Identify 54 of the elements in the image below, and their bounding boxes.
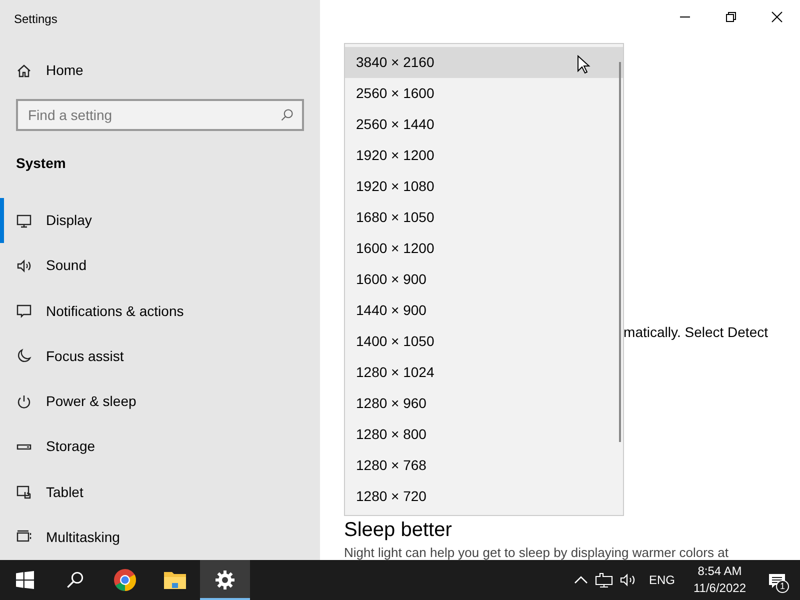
speaker-icon [16, 258, 32, 274]
resolution-option[interactable]: 2560 × 1440 [345, 109, 623, 140]
network-icon[interactable] [595, 572, 614, 588]
sidebar-item[interactable]: Focus assist [0, 334, 320, 379]
description-text: matically. Select Detect [624, 324, 768, 340]
resolution-option[interactable]: 1600 × 900 [345, 264, 623, 295]
scrollbar[interactable] [619, 62, 621, 442]
home-icon [16, 62, 32, 78]
home-link[interactable]: Home [0, 38, 320, 81]
resolution-option[interactable]: 2560 × 1600 [345, 78, 623, 109]
resolution-option[interactable]: 1280 × 1024 [345, 357, 623, 388]
resolution-option[interactable]: 1440 × 900 [345, 295, 623, 326]
resolution-option[interactable]: 1280 × 960 [345, 388, 623, 419]
resolution-option[interactable]: 1280 × 720 [345, 481, 623, 512]
chevron-up-icon[interactable] [574, 575, 588, 585]
window-title: Settings [13, 11, 58, 28]
monitor-icon [16, 212, 32, 229]
resolution-option[interactable]: 1280 × 768 [345, 450, 623, 481]
section-heading: System [15, 154, 67, 173]
mouse-pointer-icon [577, 55, 591, 75]
sidebar-item[interactable]: Power & sleep [0, 379, 320, 424]
resolution-option[interactable]: 1280 × 800 [345, 419, 623, 450]
sidebar-item[interactable]: Tablet [0, 470, 320, 515]
section-heading: Sleep better [344, 518, 452, 543]
restore-icon [725, 10, 737, 23]
resolution-option[interactable]: 1920 × 1200 [345, 140, 623, 171]
search-field[interactable]: Find a setting [16, 99, 304, 131]
speech-bubble-icon [16, 303, 32, 320]
taskbar-gear-button[interactable] [200, 560, 250, 600]
sidebar-item[interactable]: Notifications & actions [0, 288, 320, 334]
moon-icon [16, 348, 32, 364]
windows-logo-icon [16, 571, 34, 589]
minimize-icon [679, 16, 691, 18]
resolution-option[interactable]: 1680 × 1050 [345, 202, 623, 233]
sidebar-item[interactable]: Sound [0, 243, 320, 288]
language-indicator[interactable]: ENG [645, 571, 678, 589]
tablet-icon [16, 484, 32, 500]
resolution-option[interactable]: 3840 × 2160 [345, 47, 623, 78]
resolution-option[interactable]: 1400 × 1050 [345, 326, 623, 357]
search-icon [280, 108, 294, 122]
notification-count: 1 [776, 580, 789, 593]
sidebar-item[interactable]: Storage [0, 424, 320, 470]
search-icon [66, 571, 84, 589]
close-icon [771, 10, 783, 23]
browser-icon [113, 568, 137, 592]
sidebar-item[interactable]: Display [0, 198, 320, 244]
description-text: Night light can help you get to sleep by displaying warmer colors at [344, 544, 728, 562]
sidebar-item[interactable]: Multitasking [0, 514, 320, 560]
resolution-option[interactable]: 1920 × 1080 [345, 171, 623, 202]
resolution-option[interactable]: 1600 × 1200 [345, 233, 623, 264]
clock-time[interactable]: 8:54 AM [694, 563, 746, 580]
folder-icon [163, 569, 187, 591]
power-icon [16, 394, 32, 410]
clock-date[interactable]: 11/6/2022 [694, 580, 746, 597]
